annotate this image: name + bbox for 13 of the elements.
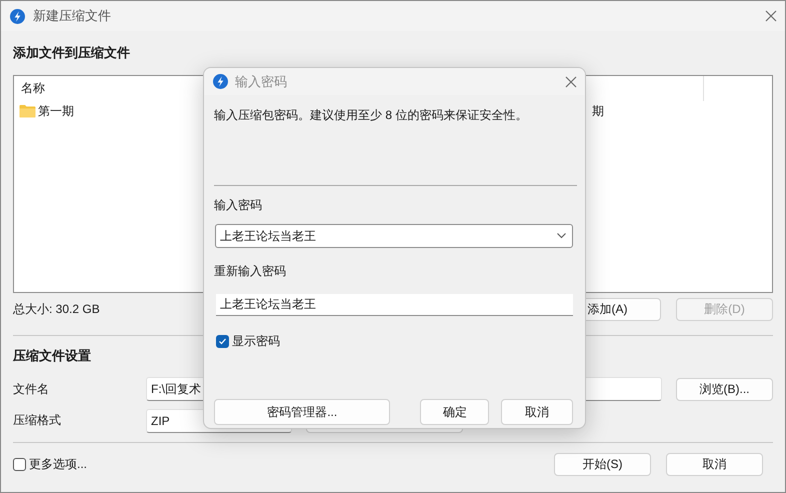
field-label: 重新输入密码 <box>214 262 286 280</box>
total-size: 总大小: 30.2 GB <box>13 300 100 318</box>
table-cell: 期 <box>592 102 604 120</box>
section-heading: 压缩文件设置 <box>13 347 92 365</box>
dialog-description: 输入压缩包密码。建议使用至少 8 位的密码来保证安全性。 <box>214 108 528 124</box>
field-label: 输入密码 <box>214 196 262 214</box>
checkbox-label: 显示密码 <box>232 332 280 350</box>
window-title: 新建压缩文件 <box>33 7 112 25</box>
field-label: 压缩格式 <box>13 412 62 429</box>
section-heading: 添加文件到压缩文件 <box>13 44 131 62</box>
checkbox-label: 更多选项... <box>29 456 88 472</box>
dialog-title: 输入密码 <box>235 72 288 90</box>
field-label: 文件名 <box>13 380 50 398</box>
